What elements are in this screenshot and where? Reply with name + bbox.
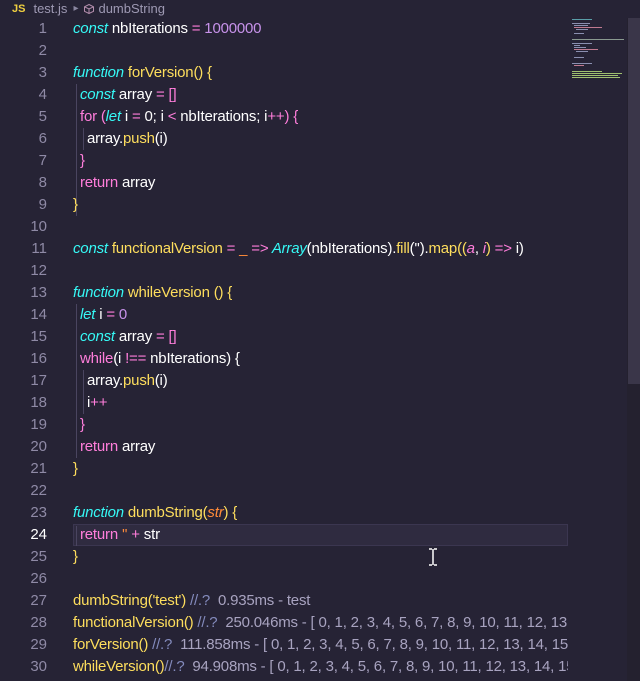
line-number[interactable]: 7 [7, 150, 47, 172]
line-number[interactable]: 6 [7, 128, 47, 150]
line-number[interactable]: 10 [7, 216, 47, 238]
line-number[interactable]: 4 [7, 84, 47, 106]
code-line-30: whileVersion()//.? 94.908ms - [ 0, 1, 2,… [73, 658, 568, 675]
code-line-14: let i = 0 [80, 306, 128, 323]
chevron-right-icon: ▸ [73, 3, 79, 14]
code-line-16: while(i !== nbIterations) { [80, 350, 240, 367]
cube-icon [84, 3, 95, 14]
line-number[interactable]: 16 [7, 348, 47, 370]
line-number[interactable]: 28 [7, 612, 47, 634]
line-number[interactable]: 30 [7, 656, 47, 678]
code-line-13: function whileVersion () { [73, 284, 233, 301]
code-line-19: } [80, 416, 85, 433]
line-number[interactable]: 18 [7, 392, 47, 414]
line-number[interactable]: 17 [7, 370, 47, 392]
line-number[interactable]: 12 [7, 260, 47, 282]
code-line-17: array.push(i) [87, 372, 168, 389]
line-number[interactable]: 21 [7, 458, 47, 480]
line-number[interactable]: 25 [7, 546, 47, 568]
code-line-29: forVersion() //.? 111.858ms - [ 0, 1, 2,… [73, 636, 568, 653]
vertical-scrollbar[interactable] [627, 18, 640, 681]
code-line-1: const nbIterations = 1000000 [73, 20, 262, 37]
line-number[interactable]: 8 [7, 172, 47, 194]
line-number[interactable]: 5 [7, 106, 47, 128]
code-line-27: dumbString('test') //.? 0.935ms - test [73, 592, 311, 609]
code-line-15: const array = [] [80, 328, 177, 345]
line-number[interactable]: 19 [7, 414, 47, 436]
code-line-4: const array = [] [80, 86, 177, 103]
breadcrumb-file[interactable]: test.js [33, 1, 67, 16]
line-number[interactable]: 15 [7, 326, 47, 348]
line-number[interactable]: 23 [7, 502, 47, 524]
code-line-21: } [73, 460, 78, 477]
line-number[interactable]: 26 [7, 568, 47, 590]
code-line-11: const functionalVersion = _ => Array(nbI… [73, 240, 524, 257]
line-number[interactable]: 22 [7, 480, 47, 502]
code-line-7: } [80, 152, 85, 169]
code-line-18: i++ [87, 394, 108, 411]
code-line-6: array.push(i) [87, 130, 168, 147]
code-line-9: } [73, 196, 78, 213]
line-number[interactable]: 14 [7, 304, 47, 326]
line-number[interactable]: 11 [7, 238, 47, 260]
line-number[interactable]: 13 [7, 282, 47, 304]
minimap[interactable] [570, 18, 626, 118]
code-line-8: return array [80, 174, 156, 191]
line-number[interactable]: 29 [7, 634, 47, 656]
code-line-28: functionalVersion() //.? 250.046ms - [ 0… [73, 614, 568, 631]
line-number[interactable]: 27 [7, 590, 47, 612]
text-cursor-icon [428, 548, 438, 566]
code-line-3: function forVersion() { [73, 64, 212, 81]
code-editor[interactable]: const nbIterations = 1000000 function fo… [73, 18, 568, 681]
code-line-20: return array [80, 438, 156, 455]
code-line-25: } [73, 548, 78, 565]
line-number[interactable]: 9 [7, 194, 47, 216]
breadcrumb-symbol[interactable]: dumbString [98, 1, 164, 16]
scrollbar-thumb[interactable] [628, 18, 640, 384]
line-number[interactable]: 24 [7, 524, 47, 546]
line-number[interactable]: 1 [7, 18, 47, 40]
code-line-24: return '' + str [80, 526, 160, 543]
code-line-23: function dumbString(str) { [73, 504, 238, 521]
line-number[interactable]: 3 [7, 62, 47, 84]
js-file-icon: JS [12, 2, 26, 15]
line-number[interactable]: 20 [7, 436, 47, 458]
line-number[interactable]: 2 [7, 40, 47, 62]
breadcrumb: JS test.js ▸ dumbString [0, 0, 640, 17]
code-line-5: for (let i = 0; i < nbIterations; i++) { [80, 108, 299, 125]
